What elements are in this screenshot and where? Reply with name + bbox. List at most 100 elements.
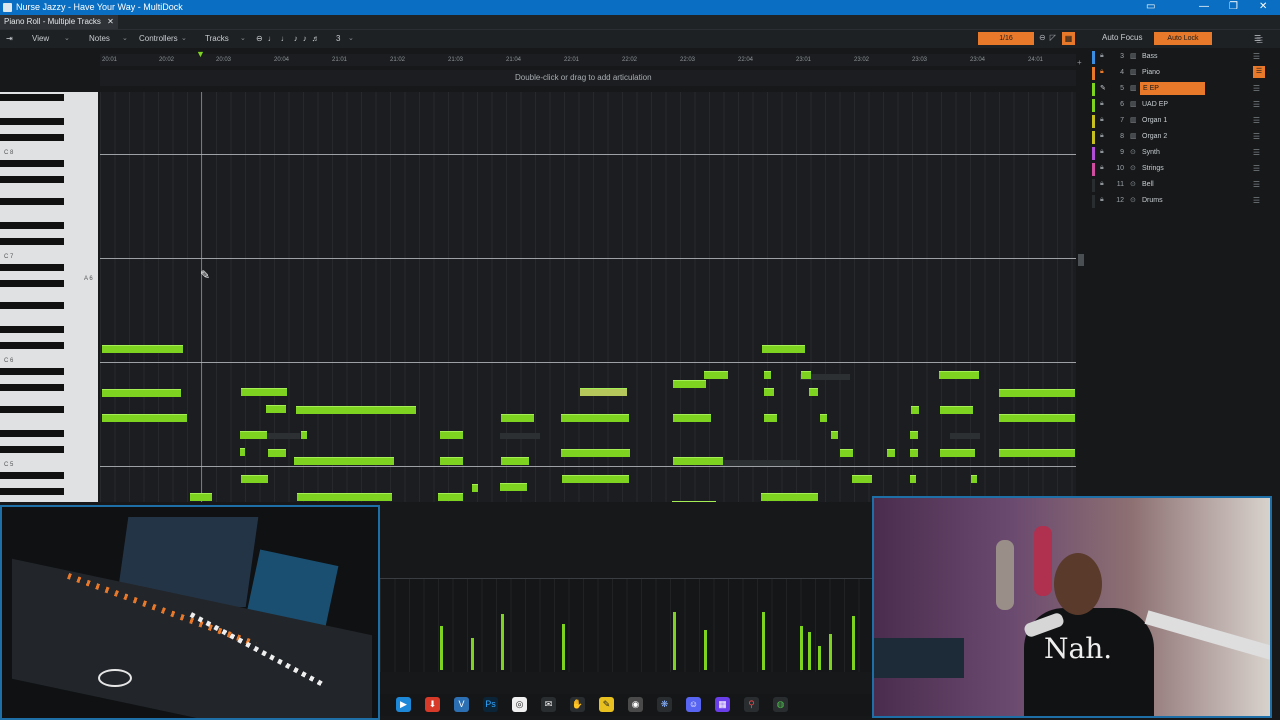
velocity-bar[interactable]: [762, 612, 765, 670]
track-row[interactable]: 🔒︎ 12 ⊙ Drums ☰: [1092, 194, 1270, 209]
velocity-bar[interactable]: [440, 626, 443, 670]
velocity-bar[interactable]: [808, 632, 811, 670]
midi-note[interactable]: [580, 388, 627, 396]
track-menu-icon[interactable]: ☰: [1253, 116, 1260, 125]
velocity-bar[interactable]: [829, 634, 832, 670]
lock-icon[interactable]: 🔒︎: [1100, 132, 1104, 140]
brain-icon[interactable]: ❋: [657, 697, 672, 712]
midi-note[interactable]: [561, 449, 630, 457]
black-key[interactable]: [0, 238, 64, 245]
black-key[interactable]: [0, 160, 64, 167]
midi-note[interactable]: [852, 475, 872, 483]
midi-note[interactable]: [971, 475, 977, 483]
midi-note[interactable]: [673, 457, 723, 465]
close-icon[interactable]: ✕: [1259, 1, 1267, 12]
velocity-bar[interactable]: [471, 638, 474, 670]
black-key[interactable]: [0, 302, 64, 309]
black-key[interactable]: [0, 222, 64, 229]
lock-icon[interactable]: 🔒︎: [1100, 148, 1104, 156]
black-key[interactable]: [0, 118, 64, 125]
midi-note[interactable]: [440, 457, 463, 465]
touchpad-icon[interactable]: ✋: [570, 697, 585, 712]
midi-note[interactable]: [500, 483, 527, 491]
notes-menu[interactable]: Notes: [89, 34, 110, 43]
controllers-caret-icon[interactable]: ⌄: [181, 34, 187, 42]
capture-icon[interactable]: ◎: [512, 697, 527, 712]
velocity-bar[interactable]: [673, 612, 676, 670]
black-key[interactable]: [0, 176, 64, 183]
midi-note[interactable]: [190, 493, 212, 501]
midi-note[interactable]: [809, 388, 818, 396]
black-key[interactable]: [0, 198, 64, 205]
midi-note[interactable]: [297, 493, 392, 501]
black-key[interactable]: [0, 326, 64, 333]
track-row[interactable]: 🔒︎ 10 ⊙ Strings ☰: [1092, 162, 1270, 177]
notes-icon[interactable]: ✎: [599, 697, 614, 712]
track-menu-icon[interactable]: ☰: [1253, 132, 1260, 141]
track-menu-icon[interactable]: ☰: [1253, 84, 1260, 93]
browser-icon[interactable]: ◉: [628, 697, 643, 712]
track-row[interactable]: 🔒︎ 6 ▥ UAD EP ☰: [1092, 98, 1270, 113]
midi-note[interactable]: [241, 475, 268, 483]
midi-note[interactable]: [266, 405, 286, 413]
tracks-caret-icon[interactable]: ⌄: [240, 34, 246, 42]
midi-note[interactable]: [102, 345, 183, 353]
black-key[interactable]: [0, 368, 64, 375]
midi-note[interactable]: [240, 431, 267, 439]
minimize-icon[interactable]: —: [1199, 1, 1209, 12]
snap-resolution[interactable]: 1/16: [978, 32, 1034, 45]
track-menu-icon[interactable]: ☰: [1253, 148, 1260, 157]
track-menu-icon[interactable]: ☰: [1253, 52, 1260, 61]
grid-app-icon[interactable]: ▦: [715, 697, 730, 712]
track-menu-icon[interactable]: ☰: [1253, 180, 1260, 189]
restore-window-icon[interactable]: ▭: [1146, 1, 1155, 12]
black-key[interactable]: [0, 430, 64, 437]
midi-note[interactable]: [940, 406, 973, 414]
playhead-marker-icon[interactable]: ▼: [196, 49, 205, 59]
midi-note[interactable]: [672, 501, 716, 502]
black-key[interactable]: [0, 446, 64, 453]
midi-note[interactable]: [764, 371, 771, 379]
maps-icon[interactable]: ⚲: [744, 697, 759, 712]
tool-number[interactable]: 3: [336, 34, 340, 43]
midi-note[interactable]: [294, 457, 394, 465]
black-key[interactable]: [0, 342, 64, 349]
tool-caret-icon[interactable]: ⌄: [348, 34, 354, 42]
midi-note[interactable]: [761, 493, 818, 501]
articulation-lane[interactable]: Double-click or drag to add articulation: [100, 70, 1076, 86]
midi-note[interactable]: [910, 475, 916, 483]
visual-studio-icon[interactable]: V: [454, 697, 469, 712]
midi-note[interactable]: [887, 449, 895, 457]
midi-note[interactable]: [501, 414, 534, 422]
mail-icon[interactable]: ✉: [541, 697, 556, 712]
midi-note[interactable]: [820, 414, 827, 422]
midi-note[interactable]: [910, 431, 918, 439]
midi-note[interactable]: [301, 431, 307, 439]
midi-note[interactable]: [673, 414, 711, 422]
pencil-icon[interactable]: ✎: [1100, 84, 1106, 92]
track-menu-icon[interactable]: ☰: [1253, 164, 1260, 173]
lock-icon[interactable]: 🔒︎: [1100, 100, 1104, 108]
midi-note[interactable]: [831, 431, 838, 439]
midi-note[interactable]: [472, 484, 478, 492]
view-caret-icon[interactable]: ⌄: [64, 34, 70, 42]
tracks-menu[interactable]: Tracks: [205, 34, 229, 43]
lock-icon[interactable]: 🔒︎: [1100, 180, 1104, 188]
midi-note[interactable]: [673, 380, 706, 388]
maximize-icon[interactable]: ❐: [1229, 1, 1238, 12]
ruler-add-icon[interactable]: +: [1077, 58, 1082, 67]
midi-note[interactable]: [999, 389, 1075, 397]
black-key[interactable]: [0, 280, 64, 287]
chrome-icon[interactable]: ◍: [773, 697, 788, 712]
velocity-bar[interactable]: [818, 646, 821, 670]
view-menu[interactable]: View: [32, 34, 49, 43]
store-icon[interactable]: ▶: [396, 697, 411, 712]
black-key[interactable]: [0, 406, 64, 413]
midi-note[interactable]: [562, 475, 629, 483]
velocity-lane[interactable]: [380, 578, 872, 672]
auto-focus-toggle[interactable]: Auto Focus: [1102, 33, 1142, 42]
panel-menu-icon[interactable]: ☰: [1256, 36, 1263, 45]
midi-note[interactable]: [440, 431, 463, 439]
midi-note[interactable]: [801, 371, 811, 379]
midi-note[interactable]: [940, 449, 975, 457]
